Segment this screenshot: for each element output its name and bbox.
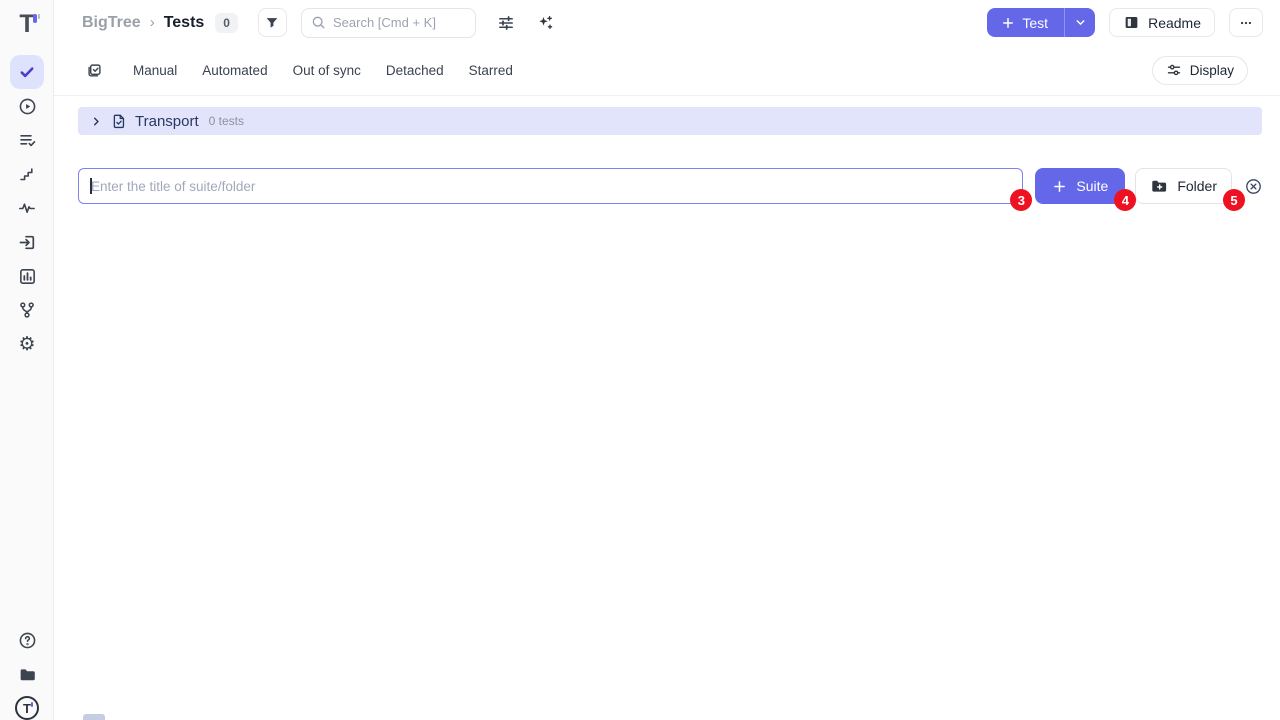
gear-icon: ⚙ xyxy=(18,335,35,354)
circled-x-icon xyxy=(1245,178,1262,195)
tab-out-of-sync[interactable]: Out of sync xyxy=(293,59,361,82)
account-logo-mark xyxy=(31,702,33,707)
text-caret xyxy=(90,178,92,194)
sidebar-item-runs[interactable] xyxy=(10,89,44,123)
tab-detached[interactable]: Detached xyxy=(386,59,444,82)
display-label: Display xyxy=(1190,63,1234,78)
file-check-icon xyxy=(111,113,127,129)
top-bar-actions: Test Readme xyxy=(987,8,1263,37)
readme-label: Readme xyxy=(1148,15,1201,31)
chevron-down-icon xyxy=(1074,16,1087,29)
create-folder-label: Folder xyxy=(1177,178,1217,194)
account-logo-letter: T xyxy=(23,702,31,715)
sidebar-item-milestones[interactable] xyxy=(10,157,44,191)
more-options-button[interactable] xyxy=(1229,8,1263,37)
suite-button-wrap: Suite 4 xyxy=(1023,168,1125,204)
ellipsis-icon xyxy=(1238,15,1254,31)
sidebar-item-pulse[interactable] xyxy=(10,191,44,225)
breadcrumb: BigTree › Tests 0 xyxy=(82,13,238,33)
chevron-right-icon[interactable] xyxy=(90,115,103,128)
filter-tabs: Manual Automated Out of sync Detached St… xyxy=(133,59,513,82)
sidebar-item-tests[interactable] xyxy=(10,55,44,89)
sidebar-item-plans[interactable] xyxy=(10,123,44,157)
search-icon xyxy=(311,15,326,30)
tab-automated[interactable]: Automated xyxy=(202,59,267,82)
create-suite-label: Suite xyxy=(1076,178,1108,194)
list-check-icon xyxy=(18,131,36,149)
sidebar-nav: ⚙ xyxy=(10,55,44,361)
help-icon xyxy=(18,631,37,650)
content-area: Transport 0 tests 3 Suite 4 xyxy=(54,96,1280,204)
readme-button[interactable]: Readme xyxy=(1109,8,1215,37)
display-button[interactable]: Display xyxy=(1152,56,1248,85)
breadcrumb-separator: › xyxy=(150,14,155,31)
import-icon xyxy=(18,233,37,252)
filter-button[interactable] xyxy=(258,8,287,37)
sidebar-item-branches[interactable] xyxy=(10,293,44,327)
tests-count-badge: 0 xyxy=(215,13,238,33)
sidebar: T xyxy=(0,0,54,720)
sidebar-item-projects[interactable] xyxy=(10,657,44,691)
folder-icon xyxy=(18,665,37,684)
plus-icon xyxy=(1001,16,1015,30)
top-bar: BigTree › Tests 0 xyxy=(54,0,1280,45)
new-suite-form: 3 Suite 4 Fol xyxy=(78,168,1262,204)
activity-icon xyxy=(18,199,36,217)
ai-sparkles-icon[interactable] xyxy=(536,14,554,32)
bar-chart-icon xyxy=(18,267,37,286)
suite-name[interactable]: Transport xyxy=(135,113,199,130)
select-all-icon[interactable] xyxy=(86,62,103,79)
sidebar-item-import[interactable] xyxy=(10,225,44,259)
annotation-badge-4: 4 xyxy=(1114,189,1136,211)
breadcrumb-page: Tests xyxy=(164,14,205,32)
sidebar-item-analytics[interactable] xyxy=(10,259,44,293)
logo-accent-mark xyxy=(33,14,37,23)
cancel-form-button[interactable] xyxy=(1245,178,1262,195)
adjustments-icon[interactable] xyxy=(497,14,515,32)
funnel-icon xyxy=(264,15,280,31)
sliders-icon xyxy=(1166,62,1182,78)
filter-bar: Manual Automated Out of sync Detached St… xyxy=(54,45,1280,96)
stairs-icon xyxy=(18,165,36,183)
logo-accent-mark-2 xyxy=(38,14,40,19)
main-area: BigTree › Tests 0 xyxy=(54,0,1280,720)
add-test-dropdown-button[interactable] xyxy=(1064,8,1095,37)
suite-title-input[interactable] xyxy=(78,168,1023,204)
sidebar-item-help[interactable] xyxy=(10,623,44,657)
create-folder-button[interactable]: Folder xyxy=(1135,168,1232,204)
book-icon xyxy=(1123,14,1140,31)
plus-icon xyxy=(1052,179,1067,194)
tab-starred[interactable]: Starred xyxy=(469,59,513,82)
annotation-badge-3: 3 xyxy=(1010,189,1032,211)
account-logo-icon: T xyxy=(15,696,39,720)
add-test-split-button: Test xyxy=(987,8,1095,37)
annotation-badge-5: 5 xyxy=(1223,189,1245,211)
search-box[interactable] xyxy=(301,8,476,38)
play-circle-icon xyxy=(18,97,37,116)
app-root: T xyxy=(0,0,1280,720)
partial-tooltip-edge xyxy=(83,714,105,720)
search-input[interactable] xyxy=(333,15,466,30)
add-test-label: Test xyxy=(1022,15,1048,31)
breadcrumb-project[interactable]: BigTree xyxy=(82,14,141,32)
sidebar-bottom: T xyxy=(10,623,44,720)
check-icon xyxy=(18,63,36,81)
app-logo[interactable]: T xyxy=(0,6,54,42)
suite-row-transport[interactable]: Transport 0 tests xyxy=(78,107,1262,135)
folder-button-wrap: Folder 5 xyxy=(1125,168,1232,204)
add-test-button[interactable]: Test xyxy=(987,8,1064,37)
sidebar-item-account[interactable]: T xyxy=(10,691,44,720)
tab-manual[interactable]: Manual xyxy=(133,59,177,82)
sidebar-item-settings[interactable]: ⚙ xyxy=(10,327,44,361)
git-branch-icon xyxy=(18,301,36,319)
folder-plus-icon xyxy=(1150,177,1168,195)
suite-test-count: 0 tests xyxy=(209,114,244,128)
suite-title-input-wrap: 3 xyxy=(78,168,1023,204)
create-suite-button[interactable]: Suite xyxy=(1035,168,1125,204)
